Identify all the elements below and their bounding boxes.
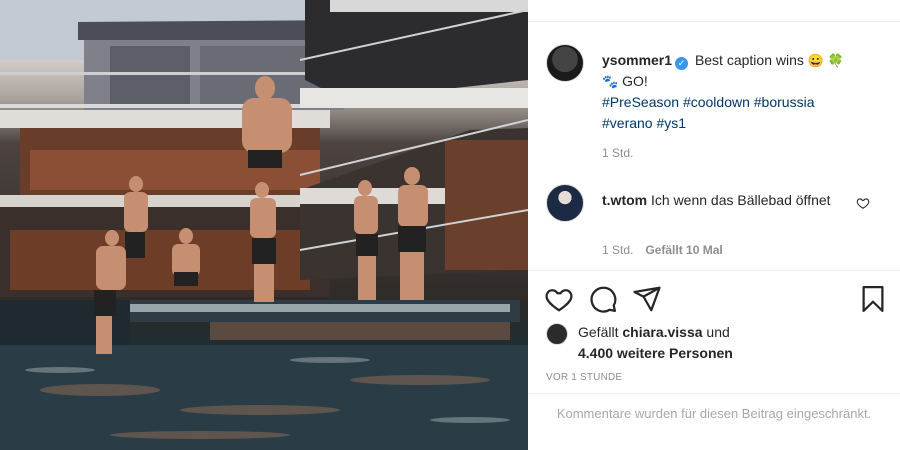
post-date[interactable]: VOR 1 STUNDE xyxy=(546,372,622,383)
post-actions xyxy=(544,284,888,314)
bookmark-icon[interactable] xyxy=(858,284,888,314)
comments-restricted-notice: Kommentare wurden für diesen Beitrag ein… xyxy=(528,393,900,450)
caption-text: ysommer1 ✓ Best caption wins 😀 🍀 🐾 GO! #P… xyxy=(602,50,886,134)
post-photo[interactable] xyxy=(0,0,528,450)
share-icon[interactable] xyxy=(632,284,662,314)
comment-meta: 1 Std. Gefällt 10 Mal xyxy=(602,243,723,257)
divider xyxy=(528,270,900,271)
author-avatar[interactable] xyxy=(546,44,584,82)
panel-top-strip xyxy=(528,0,900,22)
likes-connector: und xyxy=(706,324,730,340)
comment-icon[interactable] xyxy=(588,284,618,314)
like-heart-icon[interactable] xyxy=(544,284,574,314)
post-photo-illustration xyxy=(0,0,528,450)
comment-text: t.wtom Ich wenn das Bällebad öffnet xyxy=(602,190,842,211)
comment-like-heart-icon[interactable] xyxy=(856,196,870,210)
likes-others[interactable]: 4.400 weitere Personen xyxy=(578,345,733,361)
comment-time[interactable]: 1 Std. xyxy=(602,243,633,257)
caption-go: GO! xyxy=(622,73,648,89)
liker-username[interactable]: chiara.vissa xyxy=(622,324,702,340)
commenter-avatar[interactable] xyxy=(546,184,584,222)
comment-likes-count[interactable]: Gefällt 10 Mal xyxy=(645,243,722,257)
post-detail-panel: ysommer1 ✓ Best caption wins 😀 🍀 🐾 GO! #P… xyxy=(528,0,900,450)
caption-body: Best caption wins xyxy=(694,52,804,68)
likes-text: Gefällt chiara.vissa und 4.400 weitere P… xyxy=(578,322,878,364)
author-username[interactable]: ysommer1 xyxy=(602,52,672,68)
likes-prefix: Gefällt xyxy=(578,324,619,340)
liker-avatar[interactable] xyxy=(546,323,568,345)
caption-emoji-2: 🐾 xyxy=(602,74,619,89)
caption-emoji: 😀 🍀 xyxy=(807,53,844,68)
commenter-username[interactable]: t.wtom xyxy=(602,192,647,208)
comment-body: Ich wenn das Bällebad öffnet xyxy=(651,192,831,208)
hashtags-line1[interactable]: #PreSeason #cooldown #borussia xyxy=(602,94,814,110)
verified-badge-icon: ✓ xyxy=(675,57,689,70)
post-time[interactable]: 1 Std. xyxy=(602,146,633,160)
hashtags-line2[interactable]: #verano #ys1 xyxy=(602,115,686,131)
